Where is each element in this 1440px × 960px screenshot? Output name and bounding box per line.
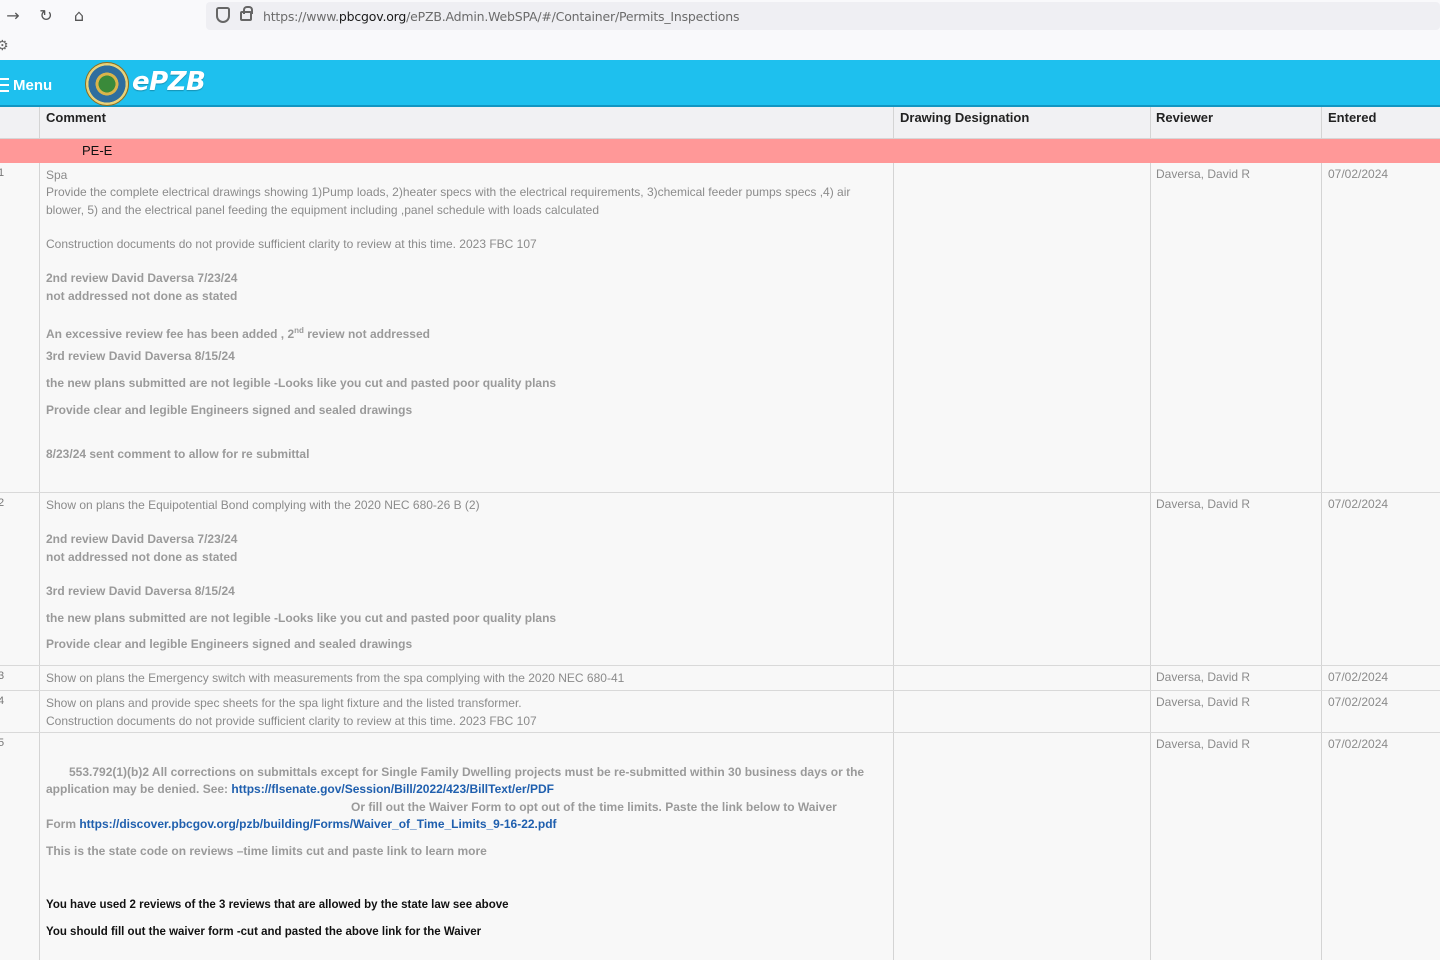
comment-line: An excessive review fee has been added ,… [46, 326, 430, 341]
column-header-entered[interactable]: Entered [1328, 110, 1376, 125]
url-text[interactable]: https://www.pbcgov.org/ePZB.Admin.WebSPA… [263, 9, 739, 24]
reviewer-cell: Daversa, David R [1156, 737, 1251, 751]
comment-line: Provide the complete electrical drawings… [46, 185, 851, 199]
table-row[interactable]: 1 Spa Provide the complete electrical dr… [0, 163, 1440, 493]
comment-line: 3rd review David Daversa 8/15/24 [46, 584, 235, 598]
browser-toolbar: → ↻ ⌂ https://www.pbcgov.org/ePZB.Admin.… [0, 0, 1440, 32]
table-row[interactable]: 4 Show on plans and provide spec sheets … [0, 691, 1440, 733]
menu-button[interactable]: Menu [0, 74, 52, 96]
comment-line: Show on plans the Emergency switch with … [46, 671, 625, 685]
row-number: 1 [0, 167, 5, 179]
group-label: PE-E [82, 143, 113, 158]
comment-line: 2nd review David Daversa 7/23/24 [46, 532, 238, 546]
column-divider [39, 107, 40, 139]
column-divider [1150, 107, 1151, 139]
comment-line: 8/23/24 sent comment to allow for re sub… [46, 447, 310, 461]
entered-date-cell: 07/02/2024 [1328, 670, 1389, 684]
row-number: 5 [0, 737, 5, 749]
comment-line: application may be denied. See: https://… [46, 782, 554, 796]
app-header: Menu ePZB [0, 60, 1440, 107]
bookmarks-bar: ⚙ [0, 32, 1440, 60]
hamburger-icon [0, 78, 9, 92]
column-header-drawing-designation[interactable]: Drawing Designation [900, 110, 1029, 125]
comment-line: blower, 5) and the electrical panel feed… [46, 203, 600, 217]
comment-line: Show on plans the Equipotential Bond com… [46, 498, 480, 512]
table-row[interactable]: 2 Show on plans the Equipotential Bond c… [0, 493, 1440, 666]
comment-line: You have used 2 reviews of the 3 reviews… [46, 899, 509, 911]
column-header-reviewer[interactable]: Reviewer [1156, 110, 1213, 125]
waiver-form-link[interactable]: https://discover.pbcgov.org/pzb/building… [79, 817, 556, 831]
entered-date-cell: 07/02/2024 [1328, 737, 1389, 751]
entered-date-cell: 07/02/2024 [1328, 497, 1389, 511]
brand-logo: ePZB [132, 67, 206, 97]
senate-bill-link[interactable]: https://flsenate.gov/Session/Bill/2022/4… [231, 782, 554, 796]
menu-label: Menu [13, 76, 53, 94]
gear-icon[interactable]: ⚙ [0, 38, 9, 54]
entered-date-cell: 07/02/2024 [1328, 695, 1389, 709]
comment-line: You should fill out the waiver form -cut… [46, 926, 482, 938]
comment-line: 3rd review David Daversa 8/15/24 [46, 349, 235, 363]
row-number: 2 [0, 497, 5, 509]
comment-line: This is the state code on reviews –time … [46, 844, 487, 858]
comment-line: Or fill out the Waiver Form to opt out o… [351, 800, 837, 814]
comment-line: Provide clear and legible Engineers sign… [46, 637, 413, 651]
reviewer-cell: Daversa, David R [1156, 695, 1251, 709]
reviewer-cell: Daversa, David R [1156, 670, 1251, 684]
reload-icon[interactable]: ↻ [36, 6, 56, 26]
table-row[interactable]: 3 Show on plans the Emergency switch wit… [0, 666, 1440, 691]
comment-line: Form https://discover.pbcgov.org/pzb/bui… [46, 817, 557, 831]
reviewer-cell: Daversa, David R [1156, 497, 1251, 511]
comment-line: the new plans submitted are not legible … [46, 376, 557, 390]
comment-line: not addressed not done as stated [46, 550, 238, 564]
comment-line: Construction documents do not provide su… [46, 714, 537, 728]
column-header-comment[interactable]: Comment [46, 110, 106, 125]
comment-line: Provide clear and legible Engineers sign… [46, 403, 413, 417]
row-number: 3 [0, 670, 5, 682]
home-icon[interactable]: ⌂ [69, 6, 89, 26]
reviewer-cell: Daversa, David R [1156, 167, 1251, 181]
comment-line: 2nd review David Daversa 7/23/24 [46, 271, 238, 285]
comment-line: not addressed not done as stated [46, 289, 238, 303]
comment-line: the new plans submitted are not legible … [46, 611, 557, 625]
table-header: Comment Drawing Designation Reviewer Ent… [0, 107, 1440, 139]
comment-line: Show on plans and provide spec sheets fo… [46, 696, 522, 710]
address-bar[interactable]: https://www.pbcgov.org/ePZB.Admin.WebSPA… [206, 2, 1440, 30]
comment-line: Spa [46, 168, 68, 182]
lock-icon[interactable] [240, 6, 253, 21]
shield-icon[interactable] [216, 7, 230, 23]
forward-icon[interactable]: → [3, 6, 23, 26]
column-divider [1321, 107, 1322, 139]
group-row[interactable]: PE-E [0, 139, 1440, 163]
comment-line: 553.792(1)(b)2 All corrections on submit… [69, 765, 865, 779]
entered-date-cell: 07/02/2024 [1328, 167, 1389, 181]
county-seal-logo [85, 62, 129, 106]
row-number: 4 [0, 695, 5, 707]
comment-line: Construction documents do not provide su… [46, 237, 537, 251]
table-row[interactable]: 5 553.792(1)(b)2 All corrections on subm… [0, 733, 1440, 960]
column-divider [893, 107, 894, 139]
